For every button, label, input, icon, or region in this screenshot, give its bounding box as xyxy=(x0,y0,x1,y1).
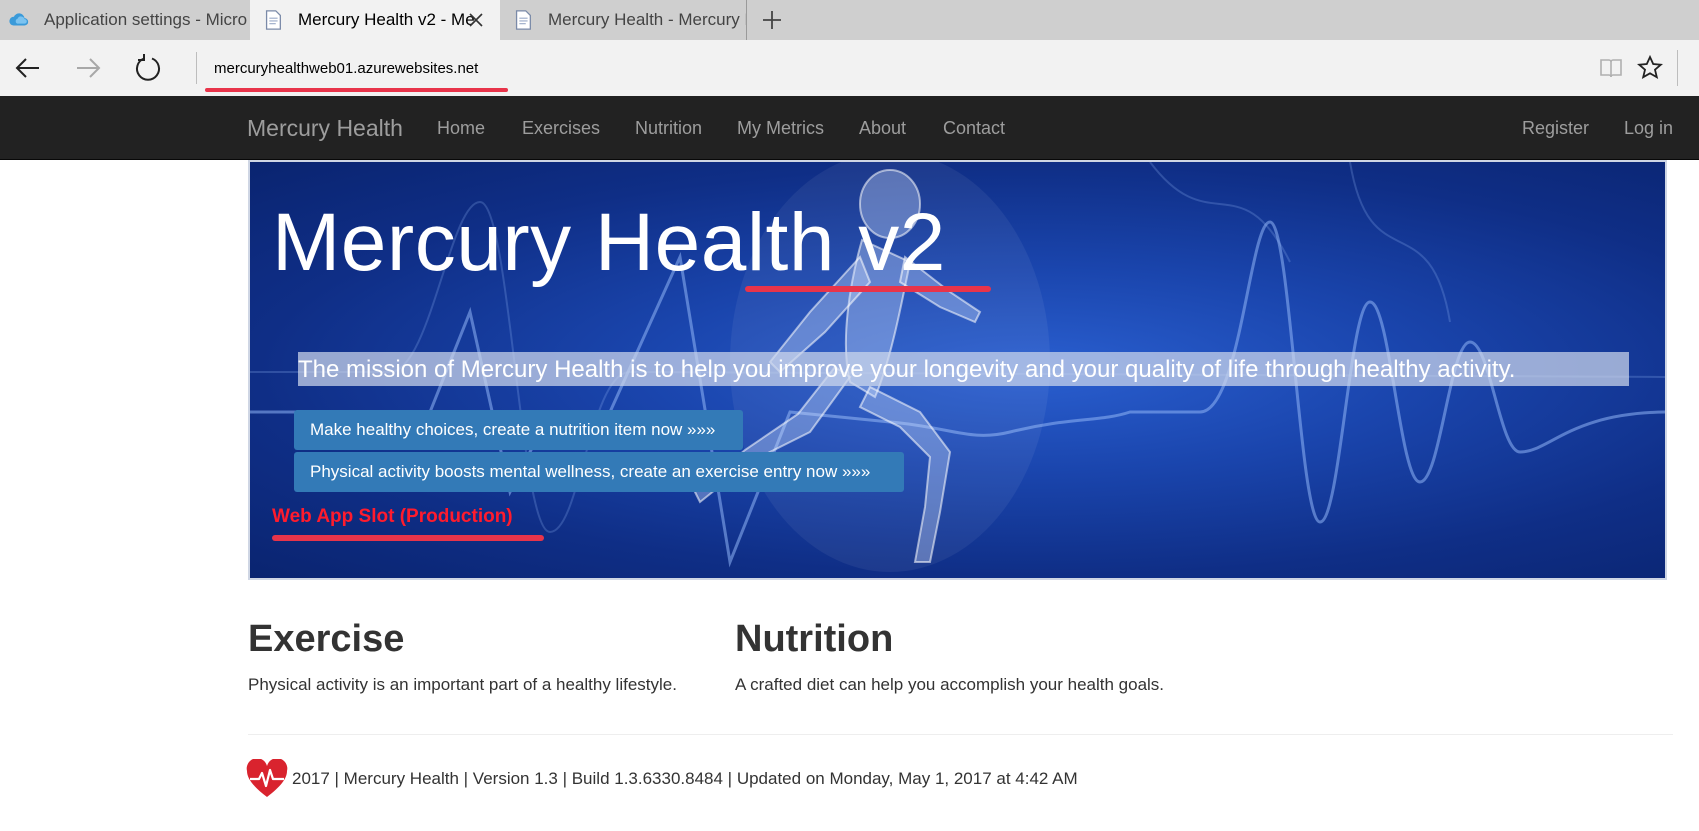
create-exercise-button[interactable]: Physical activity boosts mental wellness… xyxy=(294,452,904,492)
browser-tab-mercury-health[interactable]: Mercury Health - Mercury H xyxy=(500,0,747,40)
browser-tab-application-settings[interactable]: Application settings - Micro xyxy=(0,0,250,40)
back-arrow-icon[interactable] xyxy=(12,52,44,84)
tab-label: Mercury Health v2 - Me xyxy=(298,10,475,29)
hero-jumbotron: Mercury Health v2 The mission of Mercury… xyxy=(248,160,1667,580)
footer-divider xyxy=(248,734,1673,735)
close-tab-icon[interactable] xyxy=(466,10,486,30)
page-icon xyxy=(265,10,281,30)
site-navbar: Mercury Health Home Exercises Nutrition … xyxy=(0,96,1699,160)
mission-banner: The mission of Mercury Health is to help… xyxy=(298,352,1629,386)
azure-cloud-icon xyxy=(9,13,29,26)
nutrition-description: A crafted diet can help you accomplish y… xyxy=(735,675,1165,694)
brand-link[interactable]: Mercury Health xyxy=(247,115,403,142)
browser-tab-strip: Application settings - Micro Mercury Hea… xyxy=(0,0,1699,40)
web-app-slot-label: Web App Slot (Production) xyxy=(272,506,513,527)
page-icon xyxy=(515,10,531,30)
address-bar[interactable]: mercuryhealthweb01.azurewebsites.net xyxy=(196,52,1576,92)
annotation-underline xyxy=(205,88,508,92)
tab-label: Application settings - Micro xyxy=(44,10,248,29)
nutrition-heading: Nutrition xyxy=(735,618,894,660)
browser-tab-mercury-health-v2[interactable]: Mercury Health v2 - Me xyxy=(250,0,500,40)
tab-label: Mercury Health - Mercury H xyxy=(548,10,746,29)
footer-text: 2017 | Mercury Health | Version 1.3 | Bu… xyxy=(292,769,1078,788)
annotation-underline xyxy=(745,286,991,292)
new-tab-icon[interactable] xyxy=(760,8,784,32)
hero-title: Mercury Health v2 xyxy=(272,197,946,288)
nav-link-my-metrics[interactable]: My Metrics xyxy=(737,118,824,139)
forward-arrow-icon[interactable] xyxy=(72,52,104,84)
favorite-star-icon[interactable] xyxy=(1636,54,1664,82)
nav-link-contact[interactable]: Contact xyxy=(943,118,1005,139)
mission-text: The mission of Mercury Health is to help… xyxy=(298,356,1516,383)
exercise-description: Physical activity is an important part o… xyxy=(248,675,677,694)
url-text: mercuryhealthweb01.azurewebsites.net xyxy=(214,60,479,77)
create-nutrition-button[interactable]: Make healthy choices, create a nutrition… xyxy=(294,410,743,450)
nav-link-nutrition[interactable]: Nutrition xyxy=(635,118,702,139)
refresh-icon[interactable] xyxy=(132,52,164,84)
annotation-underline xyxy=(272,535,544,541)
nav-link-about[interactable]: About xyxy=(859,118,906,139)
toolbar-divider xyxy=(1677,50,1678,86)
nav-link-register[interactable]: Register xyxy=(1522,118,1589,139)
nav-link-exercises[interactable]: Exercises xyxy=(522,118,600,139)
nav-link-login[interactable]: Log in xyxy=(1624,118,1673,139)
nav-link-home[interactable]: Home xyxy=(437,118,485,139)
exercise-heading: Exercise xyxy=(248,618,405,660)
reading-view-icon[interactable] xyxy=(1598,55,1624,81)
browser-toolbar: mercuryhealthweb01.azurewebsites.net xyxy=(0,40,1699,96)
heart-pulse-icon xyxy=(246,759,288,797)
